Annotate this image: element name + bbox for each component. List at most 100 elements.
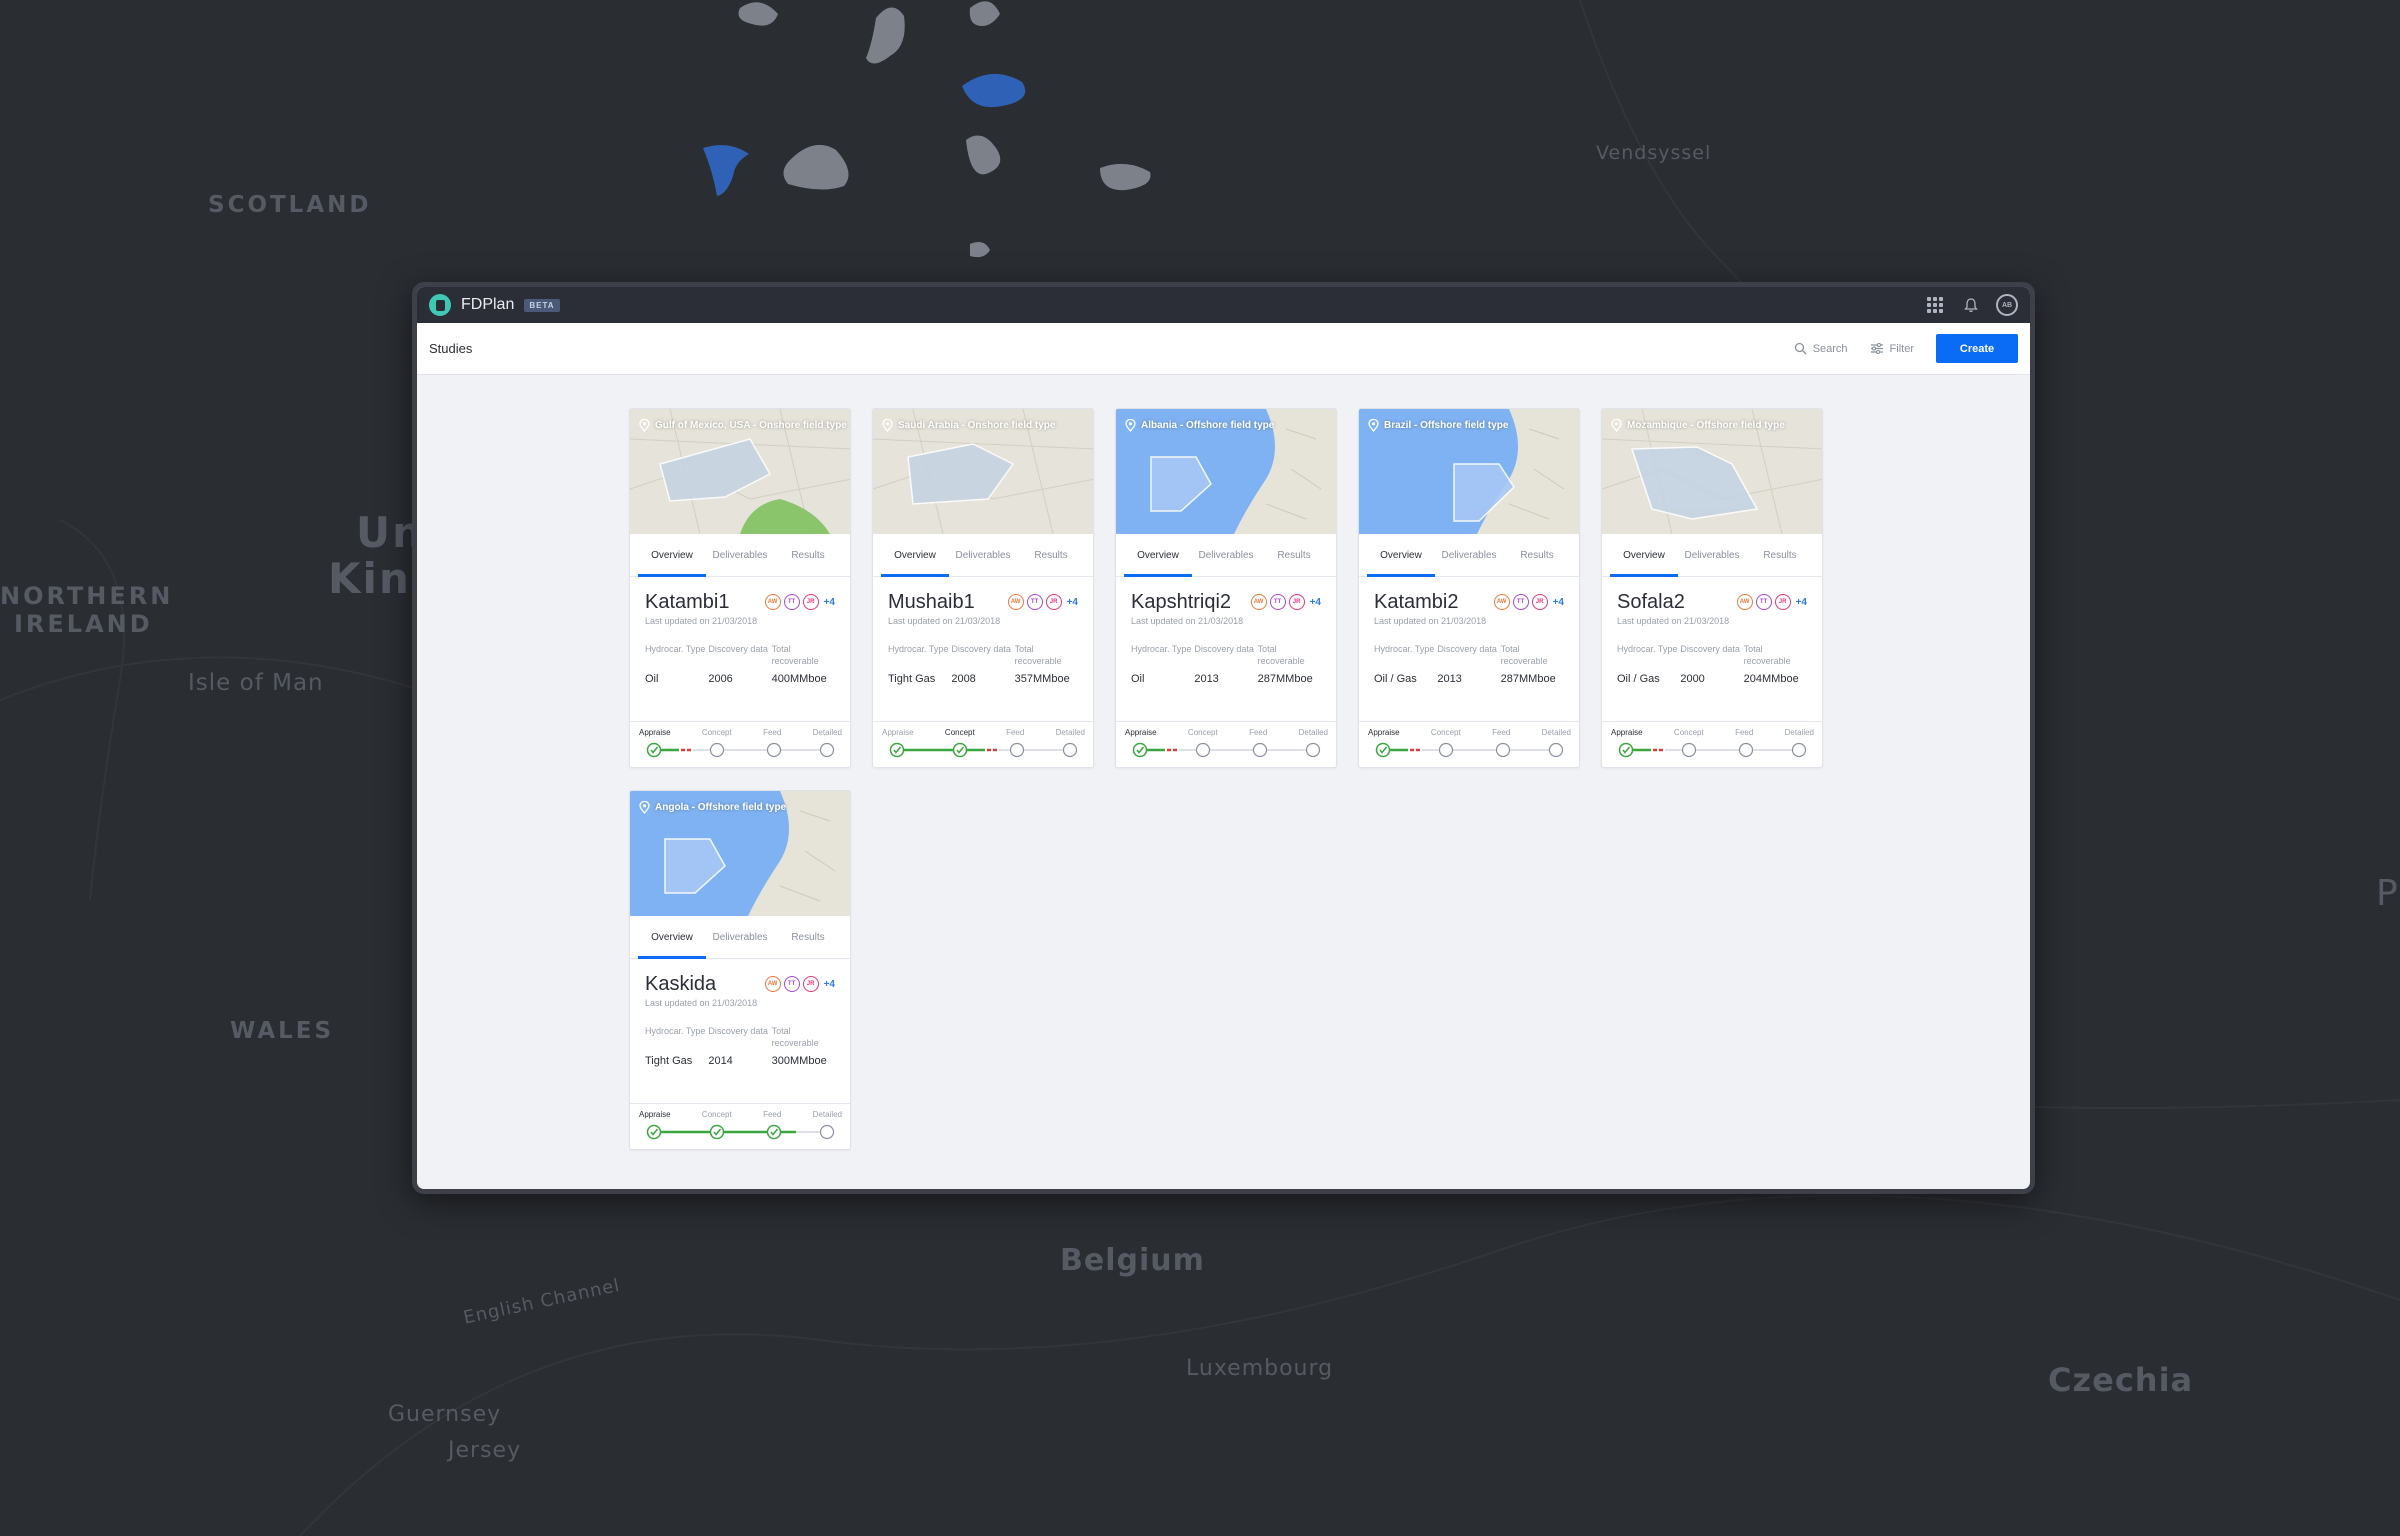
card-map-thumbnail[interactable]: Gulf of Mexico, USA - Onshore field type: [630, 409, 850, 534]
tab-overview[interactable]: Overview: [1124, 534, 1192, 577]
tab-overview[interactable]: Overview: [638, 916, 706, 959]
team-members[interactable]: AW TT JR +4: [764, 594, 835, 610]
stage-label: Feed: [763, 1110, 782, 1119]
study-card[interactable]: Mozambique - Offshore field type Overvie…: [1601, 408, 1823, 768]
card-map-thumbnail[interactable]: Mozambique - Offshore field type: [1602, 409, 1822, 534]
card-tabs: Overview Deliverables Results: [1359, 534, 1579, 577]
card-map-thumbnail[interactable]: Angola - Offshore field type: [630, 791, 850, 916]
card-title[interactable]: Katambi2: [1374, 591, 1459, 614]
tab-results[interactable]: Results: [1017, 534, 1085, 576]
study-card[interactable]: Brazil - Offshore field type Overview De…: [1358, 408, 1580, 768]
map-label-ireland: IRELAND: [14, 610, 153, 638]
stage-progress: Appraise Concept Feed Detailed: [1602, 721, 1822, 767]
last-updated: Last updated on 21/03/2018: [1374, 616, 1487, 626]
stat-value-recoverable: 300MMboe: [771, 1055, 827, 1067]
more-members-count[interactable]: +4: [824, 979, 835, 990]
more-members-count[interactable]: +4: [1067, 597, 1078, 608]
card-stats: Hydrocar. Type Tight Gas Discovery data …: [645, 1025, 835, 1067]
card-title[interactable]: Mushaib1: [888, 591, 975, 614]
card-title[interactable]: Kaskida: [645, 973, 716, 996]
tab-overview[interactable]: Overview: [1610, 534, 1678, 577]
team-members[interactable]: AW TT JR +4: [1250, 594, 1321, 610]
tab-results[interactable]: Results: [1260, 534, 1328, 576]
tab-results[interactable]: Results: [774, 534, 842, 576]
location-pin-icon: [882, 419, 893, 432]
stat-value-recoverable: 287MMboe: [1500, 673, 1556, 685]
card-title[interactable]: Katambi1: [645, 591, 730, 614]
team-members[interactable]: AW TT JR +4: [1493, 594, 1564, 610]
member-avatar[interactable]: JR: [1288, 594, 1305, 610]
tab-overview[interactable]: Overview: [881, 534, 949, 577]
app-logo-icon[interactable]: [429, 294, 451, 316]
member-avatar[interactable]: JR: [802, 976, 819, 992]
member-avatar[interactable]: JR: [802, 594, 819, 610]
card-map-thumbnail[interactable]: Saudi Arabia - Onshore field type: [873, 409, 1093, 534]
tab-deliverables[interactable]: Deliverables: [1192, 534, 1260, 576]
map-label-isle-of-man: Isle of Man: [188, 670, 324, 696]
stage-progress: Appraise Concept Feed Detailed: [1116, 721, 1336, 767]
stage-label: Concept: [1187, 728, 1218, 737]
member-avatar[interactable]: TT: [1512, 594, 1529, 610]
user-avatar[interactable]: AB: [1996, 294, 2018, 316]
tab-deliverables[interactable]: Deliverables: [1435, 534, 1503, 576]
member-avatar[interactable]: TT: [783, 976, 800, 992]
map-label-guernsey: Guernsey: [388, 1402, 502, 1427]
member-avatar[interactable]: AW: [1493, 594, 1510, 610]
filter-button[interactable]: Filter: [1870, 342, 1914, 355]
more-members-count[interactable]: +4: [1796, 597, 1807, 608]
stat-label-type: Hydrocar. Type: [1374, 644, 1435, 654]
more-members-count[interactable]: +4: [824, 597, 835, 608]
tab-overview[interactable]: Overview: [638, 534, 706, 577]
card-map-thumbnail[interactable]: Albania - Offshore field type: [1116, 409, 1336, 534]
member-avatar[interactable]: JR: [1774, 594, 1791, 610]
map-label-northern: NORTHERN: [0, 582, 174, 610]
tab-deliverables[interactable]: Deliverables: [949, 534, 1017, 576]
study-card[interactable]: Gulf of Mexico, USA - Onshore field type…: [629, 408, 851, 768]
bell-icon[interactable]: [1960, 294, 1982, 316]
team-members[interactable]: AW TT JR +4: [764, 976, 835, 992]
member-avatar[interactable]: TT: [1755, 594, 1772, 610]
tab-deliverables[interactable]: Deliverables: [706, 534, 774, 576]
member-avatar[interactable]: TT: [1269, 594, 1286, 610]
more-members-count[interactable]: +4: [1553, 597, 1564, 608]
stage-track: [646, 742, 835, 758]
search-button[interactable]: Search: [1794, 342, 1848, 355]
tab-results[interactable]: Results: [774, 916, 842, 958]
stat-label-discovery: Discovery data: [1194, 644, 1254, 654]
stage-label: Feed: [1006, 728, 1025, 737]
tab-results[interactable]: Results: [1503, 534, 1571, 576]
study-card[interactable]: Angola - Offshore field type Overview De…: [629, 790, 851, 1150]
study-card[interactable]: Saudi Arabia - Onshore field type Overvi…: [872, 408, 1094, 768]
map-label-vendsyssel: Vendsyssel: [1596, 142, 1712, 164]
more-members-count[interactable]: +4: [1310, 597, 1321, 608]
stat-value-type: Oil / Gas: [1374, 673, 1417, 685]
stage-label: Feed: [763, 728, 782, 737]
member-avatar[interactable]: AW: [1007, 594, 1024, 610]
member-avatar[interactable]: TT: [783, 594, 800, 610]
tab-results[interactable]: Results: [1746, 534, 1814, 576]
stat-value-type: Tight Gas: [645, 1055, 693, 1067]
card-tabs: Overview Deliverables Results: [873, 534, 1093, 577]
team-members[interactable]: AW TT JR +4: [1007, 594, 1078, 610]
stat-label-type: Hydrocar. Type: [1617, 644, 1678, 654]
card-title[interactable]: Sofala2: [1617, 591, 1685, 614]
tab-deliverables[interactable]: Deliverables: [706, 916, 774, 958]
member-avatar[interactable]: AW: [764, 594, 781, 610]
member-avatar[interactable]: AW: [1736, 594, 1753, 610]
member-avatar[interactable]: JR: [1045, 594, 1062, 610]
apps-grid-icon[interactable]: [1924, 294, 1946, 316]
member-avatar[interactable]: JR: [1531, 594, 1548, 610]
map-label-luxembourg: Luxembourg: [1186, 1356, 1334, 1381]
team-members[interactable]: AW TT JR +4: [1736, 594, 1807, 610]
stat-value-discovery: 2014: [708, 1055, 733, 1067]
member-avatar[interactable]: AW: [1250, 594, 1267, 610]
member-avatar[interactable]: TT: [1026, 594, 1043, 610]
member-avatar[interactable]: AW: [764, 976, 781, 992]
tab-deliverables[interactable]: Deliverables: [1678, 534, 1746, 576]
study-card[interactable]: Albania - Offshore field type Overview D…: [1115, 408, 1337, 768]
card-map-thumbnail[interactable]: Brazil - Offshore field type: [1359, 409, 1579, 534]
tab-overview[interactable]: Overview: [1367, 534, 1435, 577]
card-title[interactable]: Kapshtriqi2: [1131, 591, 1231, 614]
create-button[interactable]: Create: [1936, 334, 2018, 363]
card-tabs: Overview Deliverables Results: [1602, 534, 1822, 577]
